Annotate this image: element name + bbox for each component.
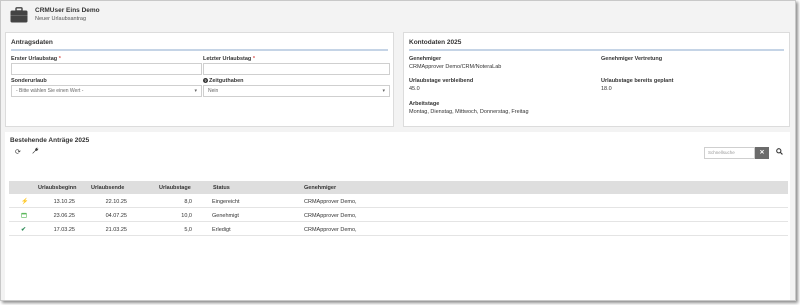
cell-end: 22.10.25 [105, 199, 127, 205]
required-marker: * [252, 56, 255, 62]
approver-label: Genehmiger [409, 56, 442, 62]
wrench-icon[interactable] [32, 147, 39, 156]
last-day-input[interactable] [203, 63, 390, 75]
first-day-input[interactable] [11, 63, 202, 75]
briefcase-icon [10, 7, 28, 23]
cell-status: Genehmigt [212, 213, 239, 219]
deputy-label: Genehmiger Vertretung [601, 56, 663, 62]
close-icon[interactable]: ✕ [755, 147, 769, 159]
special-leave-select[interactable]: - Bitte wählen Sie einen Wert - ▾ [11, 85, 202, 97]
panel-divider [11, 49, 388, 51]
cell-approver: CRMApprover Demo, [304, 227, 357, 233]
cell-approver: CRMApprover Demo, [304, 199, 357, 205]
panel-divider [409, 49, 784, 51]
cell-start: 13.10.25 [53, 199, 75, 205]
first-day-label: Erster Urlaubstag * [11, 56, 61, 62]
page-header: CRMUser Eins Demo Neuer Urlaubsantrag [1, 1, 795, 29]
last-day-label: Letzter Urlaubstag * [203, 56, 255, 62]
cell-start: 17.03.25 [53, 227, 75, 233]
table-row[interactable]: ⚡ 13.10.25 22.10.25 8,0 Eingereicht CRMA… [9, 195, 788, 208]
overtime-label: ? Zeitguthaben [203, 78, 244, 84]
existing-requests-title: Bestehende Anträge 2025 [10, 137, 90, 144]
chevron-down-icon: ▾ [382, 88, 385, 94]
overtime-value: Nein [208, 88, 219, 94]
table-header: Urlaubsbeginn Urlaubsende Urlaubstage St… [9, 181, 788, 194]
app-window: CRMUser Eins Demo Neuer Urlaubsantrag An… [0, 0, 796, 301]
remaining-days-label: Urlaubstage verbleibend [409, 78, 474, 84]
column-header-start[interactable]: Urlaubsbeginn [38, 185, 77, 191]
chevron-down-icon: ▾ [194, 88, 197, 94]
table-row[interactable]: 23.06.25 04.07.25 10,0 Genehmigt CRMAppr… [9, 209, 788, 222]
special-leave-label: Sonderurlaub [11, 78, 47, 84]
kontodaten-panel: Kontodaten 2025 Genehmiger CRMApprover D… [403, 32, 790, 127]
special-leave-value: - Bitte wählen Sie einen Wert - [16, 88, 84, 94]
antragsdaten-title: Antragsdaten [11, 39, 53, 46]
table-row[interactable]: ✔ 17.03.25 21.03.25 5,0 Erledigt CRMAppr… [9, 223, 788, 236]
page-title: CRMUser Eins Demo [35, 7, 100, 14]
check-icon: ✔ [21, 227, 27, 233]
cell-approver: CRMApprover Demo, [304, 213, 357, 219]
bolt-icon: ⚡ [21, 199, 29, 205]
cell-days: 10,0 [181, 213, 192, 219]
cell-status: Erledigt [212, 227, 231, 233]
required-marker: * [58, 56, 61, 62]
kontodaten-title: Kontodaten 2025 [409, 39, 462, 46]
cell-end: 04.07.25 [105, 213, 127, 219]
cell-days: 5,0 [184, 227, 192, 233]
refresh-icon[interactable]: ⟳ [15, 148, 21, 156]
planned-days-value: 18.0 [601, 86, 612, 92]
planned-days-label: Urlaubstage bereits geplant [601, 78, 674, 84]
remaining-days-value: 45.0 [409, 86, 420, 92]
antragsdaten-panel: Antragsdaten Erster Urlaubstag * Letzter… [5, 32, 394, 127]
page-subtitle: Neuer Urlaubsantrag [35, 16, 87, 22]
column-header-days[interactable]: Urlaubstage [159, 185, 191, 191]
overtime-select[interactable]: Nein ▾ [203, 85, 390, 97]
cell-days: 8,0 [184, 199, 192, 205]
quick-search-input[interactable]: Schnellsuche [704, 147, 755, 159]
cell-status: Eingereicht [212, 199, 240, 205]
workdays-label: Arbeitstage [409, 101, 440, 107]
column-header-status[interactable]: Status [213, 185, 230, 191]
calendar-icon [21, 212, 27, 220]
cell-start: 23.06.25 [53, 213, 75, 219]
column-header-end[interactable]: Urlaubsende [91, 185, 124, 191]
search-icon[interactable] [776, 148, 783, 157]
approver-value: CRMApprover Demo/CRM/NoteraLab [409, 64, 502, 70]
question-circle-icon: ? [203, 78, 208, 83]
cell-end: 21.03.25 [105, 227, 127, 233]
workdays-value: Montag, Dienstag, Mittwoch, Donnerstag, … [409, 109, 529, 115]
column-header-approver[interactable]: Genehmiger [304, 185, 336, 191]
